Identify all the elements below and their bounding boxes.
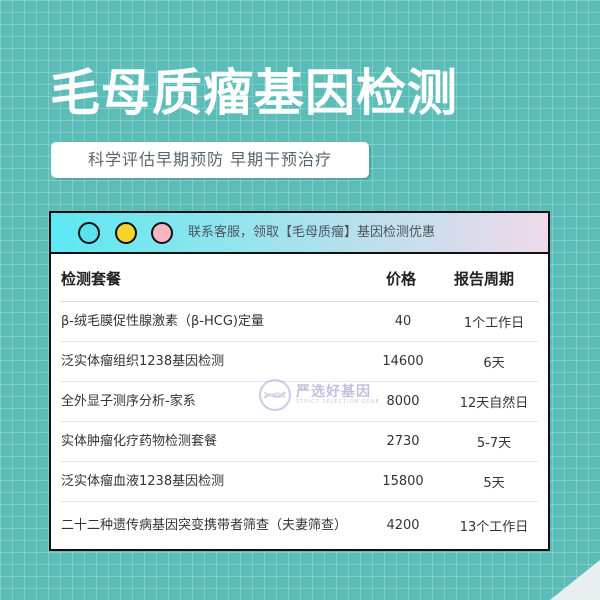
price-panel: 联系客服，领取【毛母质瘤】基因检测优惠 检测套餐 价格 报告周期 β-绒毛膜促性… bbox=[49, 211, 550, 551]
package-report-period: 1个工作日 bbox=[463, 315, 525, 331]
cyan-dot-icon bbox=[78, 222, 100, 244]
package-price: 15800 bbox=[382, 473, 424, 489]
package-name: 实体肿瘤化疗药物检测套餐 bbox=[61, 433, 218, 449]
package-report-period: 5天 bbox=[483, 475, 505, 491]
subtitle-badge: 科学评估早期预防 早期干预治疗 bbox=[51, 142, 369, 178]
package-report-period: 13个工作日 bbox=[459, 519, 529, 535]
package-price: 4200 bbox=[386, 517, 420, 533]
column-header-package: 检测套餐 bbox=[61, 270, 122, 288]
table-row[interactable]: 二十二种遗传病基因突变携带者筛查（夫妻筛查） 4200 13个工作日 bbox=[61, 501, 538, 549]
table-row[interactable]: 全外显子测序分析-家系 8000 12天自然日 bbox=[61, 381, 538, 422]
table-row[interactable]: 实体肿瘤化疗药物检测套餐 2730 5-7天 bbox=[61, 421, 538, 462]
package-name: 泛实体瘤血液1238基因检测 bbox=[61, 473, 225, 489]
pink-dot-icon bbox=[151, 222, 173, 244]
package-report-period: 6天 bbox=[483, 355, 505, 371]
package-name: β-绒毛膜促性腺激素（β-HCG)定量 bbox=[61, 313, 264, 329]
package-report-period: 12天自然日 bbox=[459, 395, 529, 411]
panel-title-bar: 联系客服，领取【毛母质瘤】基因检测优惠 bbox=[51, 213, 548, 254]
package-name: 全外显子测序分析-家系 bbox=[61, 393, 196, 409]
package-name: 泛实体瘤组织1238基因检测 bbox=[61, 353, 225, 369]
package-price: 40 bbox=[394, 313, 412, 329]
table-row[interactable]: 泛实体瘤血液1238基因检测 15800 5天 bbox=[61, 461, 538, 502]
package-price: 2730 bbox=[386, 433, 420, 449]
table-row[interactable]: 泛实体瘤组织1238基因检测 14600 6天 bbox=[61, 341, 538, 382]
customer-service-notice[interactable]: 联系客服，领取【毛母质瘤】基因检测优惠 bbox=[188, 213, 435, 253]
package-name: 二十二种遗传病基因突变携带者筛查（夫妻筛查） bbox=[61, 517, 348, 533]
column-header-report-period: 报告周期 bbox=[454, 270, 515, 288]
column-header-price: 价格 bbox=[386, 270, 417, 288]
package-price: 14600 bbox=[382, 353, 424, 369]
package-price: 8000 bbox=[386, 393, 420, 409]
yellow-dot-icon bbox=[115, 222, 137, 244]
page-corner-decoration bbox=[550, 560, 600, 600]
package-report-period: 5-7天 bbox=[476, 435, 512, 451]
table-row[interactable]: β-绒毛膜促性腺激素（β-HCG)定量 40 1个工作日 bbox=[61, 301, 538, 342]
table-header: 检测套餐 价格 报告周期 bbox=[61, 265, 538, 302]
page-title: 毛母质瘤基因检测 bbox=[50, 64, 458, 122]
